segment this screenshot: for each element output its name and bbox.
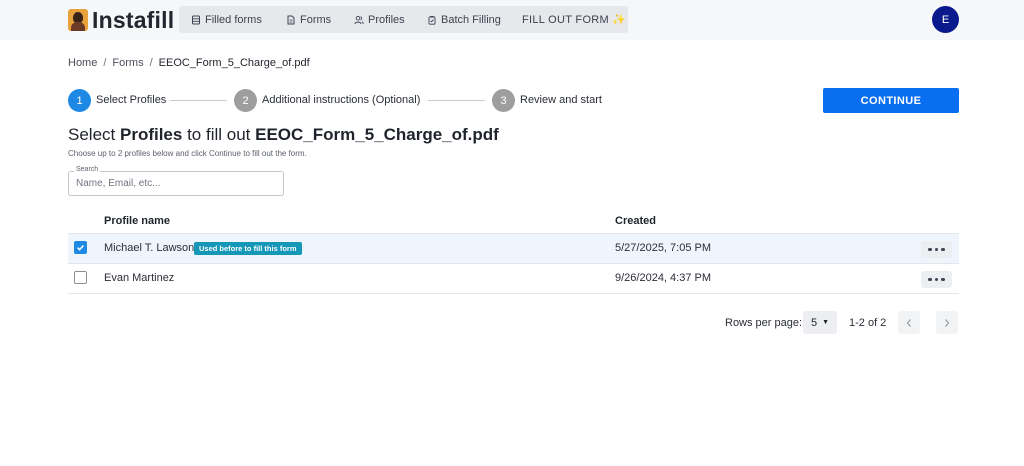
rows-per-page-value: 5: [810, 316, 818, 329]
breadcrumb-home[interactable]: Home: [68, 57, 97, 69]
title-middle: to fill out: [182, 125, 256, 144]
step-1-number: 1: [68, 89, 91, 112]
checkmark-icon: [77, 244, 85, 251]
nav-forms[interactable]: Forms: [286, 6, 331, 33]
profile-name: Michael T. Lawson: [104, 242, 195, 254]
breadcrumb-separator: /: [149, 57, 153, 69]
chevron-left-icon: [906, 318, 911, 327]
profile-name: Evan Martinez: [104, 272, 175, 284]
chevron-right-icon: [945, 318, 950, 327]
profile-created: 9/26/2024, 4:37 PM: [615, 272, 712, 284]
main-nav: Filled forms Forms Profiles Batch Fillin…: [179, 6, 628, 33]
more-dot-icon: [934, 247, 939, 252]
nav-fill-out-form[interactable]: FILL OUT FORM ✨: [522, 6, 626, 33]
search-label: Search: [74, 166, 101, 173]
continue-button[interactable]: CONTINUE: [823, 88, 959, 113]
row-checkbox-checked[interactable]: [74, 241, 87, 254]
more-dot-icon: [941, 277, 945, 282]
nav-batch-filling[interactable]: Batch Filling: [427, 6, 501, 33]
more-dot-icon: [934, 277, 939, 282]
app-logo[interactable]: Instafill: [68, 7, 174, 33]
next-page-button[interactable]: [936, 311, 958, 334]
search-field[interactable]: [68, 171, 284, 196]
app-name: Instafill: [92, 6, 175, 33]
title-prefix: Select: [68, 125, 120, 144]
breadcrumb-forms[interactable]: Forms: [112, 57, 143, 69]
search-input[interactable]: [70, 173, 282, 194]
profile-created: 5/27/2025, 7:05 PM: [615, 242, 712, 254]
clipboard-check-icon: [428, 15, 436, 25]
row-divider: [68, 293, 959, 294]
column-header-created[interactable]: Created: [615, 215, 656, 227]
nav-filled-forms[interactable]: Filled forms: [191, 6, 262, 33]
logo-portrait-icon: [68, 9, 88, 31]
column-header-profile-name[interactable]: Profile name: [104, 215, 170, 227]
more-dot-icon: [941, 247, 945, 252]
row-divider: [68, 263, 959, 264]
page-title: Select Profiles to fill out EEOC_Form_5_…: [68, 125, 499, 145]
step-2-number: 2: [234, 89, 257, 112]
users-icon: [354, 15, 364, 24]
previous-page-button[interactable]: [898, 311, 920, 334]
row-more-button[interactable]: [921, 241, 952, 258]
used-before-badge: Used before to fill this form: [194, 242, 302, 255]
nav-filled-forms-label: Filled forms: [205, 13, 262, 26]
top-navigation-bar: Instafill Filled forms Forms Profiles Ba…: [0, 0, 1024, 40]
row-checkbox-unchecked[interactable]: [74, 271, 87, 284]
nav-profiles-label: Profiles: [368, 13, 405, 26]
step-1-label: Select Profiles: [96, 94, 167, 106]
document-icon: [287, 15, 295, 24]
title-filename: EEOC_Form_5_Charge_of.pdf: [255, 125, 499, 144]
breadcrumb-current-file: EEOC_Form_5_Charge_of.pdf: [158, 57, 310, 69]
more-dot-icon: [928, 277, 932, 282]
row-more-button[interactable]: [921, 271, 952, 288]
more-dot-icon: [928, 247, 932, 252]
step-2-label: Additional instructions (Optional): [262, 94, 421, 106]
rows-per-page-select[interactable]: 5 ▼: [803, 311, 837, 334]
nav-fill-out-form-label: FILL OUT FORM: [522, 13, 610, 26]
user-avatar[interactable]: E: [932, 6, 959, 33]
step-3-label: Review and start: [520, 94, 602, 106]
pagination-range: 1-2 of 2: [849, 317, 887, 329]
caret-down-icon: ▼: [822, 319, 830, 326]
nav-profiles[interactable]: Profiles: [354, 6, 405, 33]
nav-forms-label: Forms: [300, 13, 332, 26]
breadcrumb-separator: /: [103, 57, 107, 69]
step-connector: [428, 100, 485, 101]
step-connector: [170, 100, 227, 101]
title-profiles: Profiles: [119, 125, 183, 144]
stack-icon: [192, 15, 200, 24]
rows-per-page-label: Rows per page:: [725, 317, 803, 329]
breadcrumb: Home / Forms / EEOC_Form_5_Charge_of.pdf: [68, 57, 310, 69]
step-3-number: 3: [492, 89, 515, 112]
sparkle-icon: ✨: [612, 14, 627, 26]
page-subtitle: Choose up to 2 profiles below and click …: [68, 149, 307, 158]
nav-batch-filling-label: Batch Filling: [441, 13, 501, 26]
